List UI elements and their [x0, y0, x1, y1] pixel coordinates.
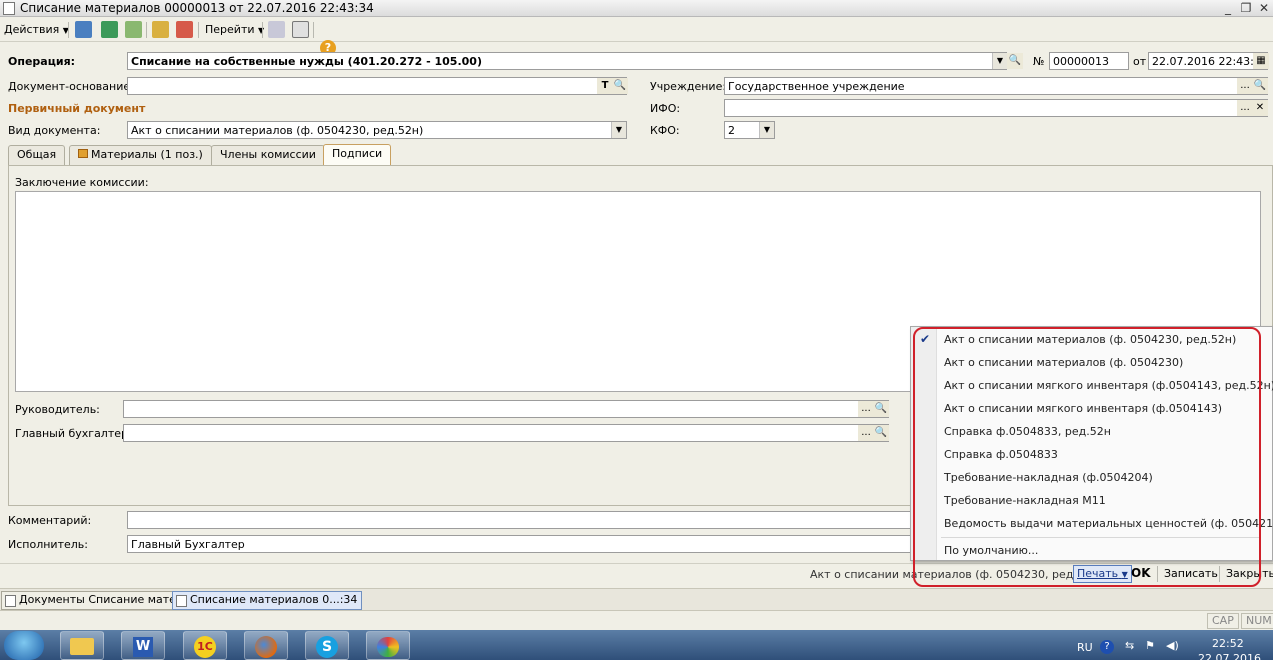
cap-indicator: CAP [1207, 613, 1239, 629]
close-icon[interactable]: ✕ [1255, 0, 1273, 16]
chief-accountant-field[interactable] [123, 424, 889, 442]
search-icon[interactable]: 🔍 [612, 78, 628, 94]
operation-label: Операция: [8, 55, 76, 68]
search-icon[interactable]: 🔍 [873, 401, 889, 417]
select-ellipsis-icon[interactable]: ... [1237, 78, 1253, 94]
document-icon [3, 2, 15, 15]
copy-icon[interactable] [125, 21, 142, 38]
restore-icon[interactable]: ❐ [1237, 0, 1255, 16]
type-select-icon[interactable]: T [597, 78, 613, 94]
volume-icon[interactable]: ◀) [1166, 639, 1179, 652]
chevron-down-icon[interactable]: ▼ [992, 53, 1007, 69]
start-icon[interactable] [4, 631, 44, 660]
executor-label: Исполнитель: [8, 538, 88, 551]
minimize-icon[interactable]: _ [1219, 0, 1237, 16]
conclusion-label: Заключение комиссии: [15, 176, 149, 189]
document-icon [176, 595, 187, 607]
movements-icon[interactable] [268, 21, 285, 38]
ifo-field[interactable] [724, 99, 1268, 117]
select-ellipsis-icon[interactable]: ... [858, 425, 874, 441]
institution-field[interactable]: Государственное учреждение [724, 77, 1268, 95]
firefox-icon[interactable] [244, 631, 288, 660]
operation-value: Списание на собственные нужды (401.20.27… [131, 55, 482, 68]
toolbar-separator [146, 22, 147, 38]
table-icon [78, 149, 88, 158]
window-tab[interactable]: Документы Списание мате... [1, 591, 192, 610]
goto-menu[interactable]: Перейти ▼ [205, 22, 264, 38]
kfo-label: КФО: [650, 124, 680, 137]
date-value: 22.07.2016 22:43:34 [1152, 55, 1268, 68]
toolbar-separator [68, 22, 69, 38]
select-ellipsis-icon[interactable]: ... [1237, 100, 1253, 116]
explorer-icon[interactable] [60, 631, 104, 660]
network-icon[interactable]: ⇆ [1125, 639, 1134, 652]
number-field[interactable]: 00000013 [1049, 52, 1129, 70]
manager-field[interactable] [123, 400, 889, 418]
refresh-icon[interactable] [101, 21, 118, 38]
flag-icon[interactable]: ⚑ [1145, 639, 1155, 652]
skype-icon[interactable]: S [305, 631, 349, 660]
document-icon [5, 595, 16, 607]
actions-label: Действия [4, 23, 60, 36]
basis-label: Документ-основание: [8, 80, 134, 93]
toolbar-separator [262, 22, 263, 38]
window-title: Списание материалов 00000013 от 22.07.20… [20, 1, 374, 15]
open-windows-bar: Документы Списание мате... Списание мате… [0, 588, 1273, 610]
help-tray-icon[interactable]: ? [1100, 640, 1114, 654]
select-ellipsis-icon[interactable]: ... [858, 401, 874, 417]
num-indicator: NUM [1241, 613, 1273, 629]
doc-type-label: Вид документа: [8, 124, 101, 137]
clock-time[interactable]: 22:52 [1212, 637, 1244, 650]
tab-materials[interactable]: Материалы (1 поз.) [69, 145, 212, 165]
chief-accountant-label: Главный бухгалтер: [15, 427, 132, 440]
clear-icon[interactable]: ✕ [1252, 100, 1268, 116]
date-field[interactable]: 22.07.2016 22:43:34 [1148, 52, 1268, 70]
ifo-label: ИФО: [650, 102, 681, 115]
clock-date[interactable]: 22.07.2016 [1198, 652, 1261, 660]
toolbar-separator [313, 22, 314, 38]
tab-general[interactable]: Общая [8, 145, 66, 165]
date-label: от [1133, 55, 1147, 68]
chevron-down-icon[interactable]: ▼ [759, 122, 774, 138]
tab-commission[interactable]: Члены комиссии [211, 145, 325, 165]
save-doc-icon[interactable] [75, 21, 92, 38]
manager-label: Руководитель: [15, 403, 100, 416]
doc-type-value: Акт о списании материалов (ф. 0504230, р… [131, 124, 424, 137]
search-icon[interactable]: 🔍 [1252, 78, 1268, 94]
status-bar: CAP NUM [0, 610, 1273, 630]
goto-label: Перейти [205, 23, 255, 36]
chevron-down-icon[interactable]: ▼ [611, 122, 626, 138]
window-tab-label: Списание материалов 0...:34 [190, 593, 358, 606]
tab-materials-label: Материалы (1 поз.) [91, 148, 203, 161]
paint-icon[interactable] [366, 631, 410, 660]
doc-type-select[interactable]: Акт о списании материалов (ф. 0504230, р… [127, 121, 627, 139]
toolbar: Действия ▼ Перейти ▼ ? [0, 18, 1273, 56]
calendar-icon[interactable]: ▦ [1253, 53, 1269, 69]
tab-signatures[interactable]: Подписи [323, 144, 392, 166]
operation-field[interactable]: Списание на собственные нужды (401.20.27… [127, 52, 1007, 70]
comment-label: Комментарий: [8, 514, 92, 527]
primary-doc-title: Первичный документ [8, 102, 146, 115]
number-label: № [1033, 55, 1045, 68]
search-icon[interactable]: 🔍 [1007, 53, 1023, 69]
window-tab-label: Документы Списание мате... [19, 593, 187, 606]
word-icon[interactable]: W [121, 631, 165, 660]
kfo-value: 2 [728, 124, 735, 137]
language-indicator[interactable]: RU [1077, 641, 1093, 654]
actions-menu[interactable]: Действия ▼ [4, 22, 69, 38]
highlight-annotation [913, 327, 1261, 587]
windows-taskbar: W 1С S RU ? ⇆ ⚑ ◀) 22:52 22.07.2016 [0, 630, 1273, 660]
search-icon[interactable]: 🔍 [873, 425, 889, 441]
window-tab-active[interactable]: Списание материалов 0...:34 [172, 591, 363, 610]
window-title-bar: Списание материалов 00000013 от 22.07.20… [0, 0, 1273, 17]
basis-field[interactable] [127, 77, 627, 95]
institution-label: Учреждение: [650, 80, 727, 93]
onec-icon[interactable]: 1С [183, 631, 227, 660]
report-icon[interactable] [292, 21, 309, 38]
toolbar-separator [198, 22, 199, 38]
post-icon[interactable] [152, 21, 169, 38]
unpost-icon[interactable] [176, 21, 193, 38]
